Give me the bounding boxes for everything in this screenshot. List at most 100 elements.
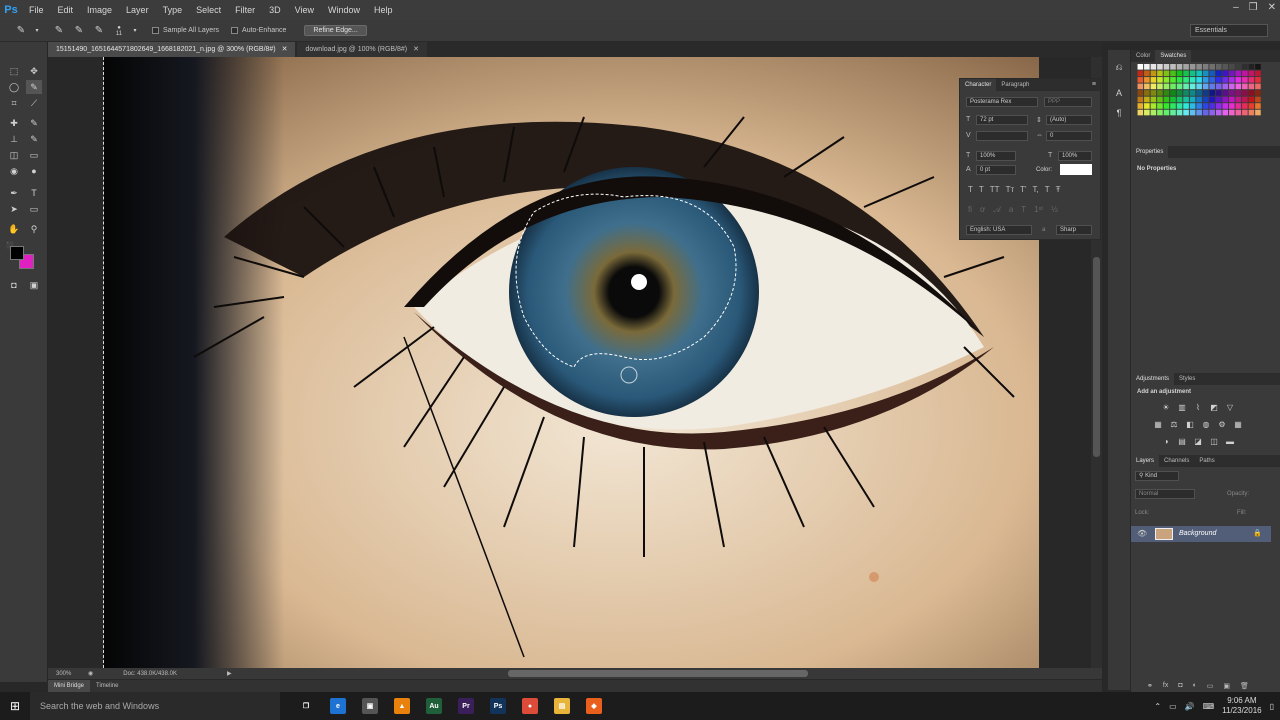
swatch-cell[interactable]: [1222, 77, 1229, 83]
swatch-cell[interactable]: [1150, 70, 1157, 77]
swatch-cell[interactable]: [1235, 70, 1242, 77]
titling-icon[interactable]: T: [1021, 205, 1026, 215]
swatch-cell[interactable]: [1242, 77, 1248, 83]
swatch-cell[interactable]: [1255, 90, 1261, 96]
chevron-down-icon[interactable]: ▾: [132, 24, 138, 38]
keyboard-icon[interactable]: ⌨: [1203, 702, 1215, 711]
swatch-cell[interactable]: [1222, 103, 1229, 109]
document-tab[interactable]: 15151490_1651644571802649_1668182021_n.j…: [48, 42, 296, 57]
start-button[interactable]: ⊞: [0, 692, 30, 720]
close-icon[interactable]: ✕: [282, 46, 288, 53]
swatch-cell[interactable]: [1229, 64, 1235, 70]
character-panel-icon[interactable]: A: [1112, 86, 1126, 100]
swatch-cell[interactable]: [1163, 83, 1170, 90]
swatch-cell[interactable]: [1176, 103, 1183, 109]
ordinals-icon[interactable]: 1ˢᵗ: [1034, 205, 1043, 215]
taskbar-app-audition[interactable]: Au: [418, 692, 450, 720]
swatch-cell[interactable]: [1235, 109, 1242, 116]
healing-brush-icon[interactable]: ✚: [6, 116, 22, 130]
taskbar-app-task-view[interactable]: ❐: [290, 692, 322, 720]
taskbar-app-explorer[interactable]: ▤: [546, 692, 578, 720]
photo-filter-icon[interactable]: ◍: [1201, 419, 1211, 429]
swatch-cell[interactable]: [1215, 90, 1222, 96]
strikethrough-icon[interactable]: Ŧ: [1056, 185, 1061, 194]
clock[interactable]: 9:06 AM 11/23/2016: [1222, 696, 1261, 716]
color-lookup-icon[interactable]: ▦: [1233, 419, 1243, 429]
swatch-cell[interactable]: [1215, 83, 1222, 90]
swatch-cell[interactable]: [1242, 64, 1248, 70]
swatch-cell[interactable]: [1209, 103, 1215, 109]
swatch-cell[interactable]: [1209, 83, 1215, 90]
horizontal-scale-field[interactable]: 100%: [1058, 151, 1092, 161]
swatch-cell[interactable]: [1189, 64, 1196, 70]
swatch-cell[interactable]: [1170, 64, 1176, 70]
alternates-icon[interactable]: a: [1009, 205, 1013, 215]
swatch-cell[interactable]: [1150, 109, 1157, 116]
swatch-cell[interactable]: [1248, 77, 1255, 83]
swatch-cell[interactable]: [1248, 103, 1255, 109]
menu-image[interactable]: Image: [80, 5, 119, 15]
swatch-cell[interactable]: [1144, 109, 1150, 116]
swatch-cell[interactable]: [1248, 96, 1255, 103]
swatch-cell[interactable]: [1215, 64, 1222, 70]
history-brush-icon[interactable]: ✎: [26, 132, 42, 146]
taskbar-app-photoshop[interactable]: Ps: [482, 692, 514, 720]
swatch-cell[interactable]: [1202, 96, 1209, 103]
exposure-icon[interactable]: ◩: [1209, 402, 1219, 412]
layer-name[interactable]: Background: [1179, 530, 1216, 537]
threshold-icon[interactable]: ◪: [1193, 436, 1203, 446]
swatch-cell[interactable]: [1170, 103, 1176, 109]
menu-edit[interactable]: Edit: [51, 5, 81, 15]
text-color-swatch[interactable]: [1060, 164, 1092, 175]
subscript-icon[interactable]: T,: [1033, 185, 1039, 194]
link-layers-icon[interactable]: ⚭: [1147, 682, 1153, 690]
swatch-cell[interactable]: [1157, 70, 1163, 77]
menu-view[interactable]: View: [288, 5, 321, 15]
swatch-cell[interactable]: [1235, 83, 1242, 90]
swatch-cell[interactable]: [1229, 90, 1235, 96]
swatch-cell[interactable]: [1176, 64, 1183, 70]
layer-row-background[interactable]: 👁 Background 🔒: [1131, 526, 1271, 542]
language-select[interactable]: English: USA: [966, 225, 1032, 235]
chevron-down-icon[interactable]: ▾: [34, 24, 40, 38]
swatch-cell[interactable]: [1215, 96, 1222, 103]
swatch-cell[interactable]: [1183, 96, 1189, 103]
antialias-select[interactable]: Sharp: [1056, 225, 1092, 235]
swatch-cell[interactable]: [1170, 77, 1176, 83]
paragraph-panel-icon[interactable]: ¶: [1112, 106, 1126, 120]
foreground-color-swatch[interactable]: [10, 246, 24, 260]
quick-selection-tool-icon[interactable]: ✎: [26, 80, 42, 94]
swatch-cell[interactable]: [1196, 83, 1202, 90]
swatch-cell[interactable]: [1157, 64, 1163, 70]
swatch-cell[interactable]: [1137, 96, 1144, 103]
status-icon[interactable]: ◉: [88, 670, 93, 677]
swatch-cell[interactable]: [1189, 90, 1196, 96]
swatch-cell[interactable]: [1235, 77, 1242, 83]
menu-select[interactable]: Select: [189, 5, 228, 15]
swatch-cell[interactable]: [1144, 96, 1150, 103]
swatch-cell[interactable]: [1248, 83, 1255, 90]
swatch-cell[interactable]: [1163, 70, 1170, 77]
history-icon[interactable]: ⎌: [1112, 60, 1126, 74]
tab-adjustments[interactable]: Adjustments: [1131, 373, 1175, 385]
swatch-cell[interactable]: [1248, 90, 1255, 96]
swatch-cell[interactable]: [1183, 77, 1189, 83]
menu-filter[interactable]: Filter: [228, 5, 262, 15]
brush-size-picker[interactable]: ● 11: [112, 24, 126, 38]
swatch-cell[interactable]: [1163, 109, 1170, 116]
swatch-cell[interactable]: [1235, 96, 1242, 103]
quick-mask-icon[interactable]: ◘: [6, 278, 22, 292]
menu-help[interactable]: Help: [367, 5, 400, 15]
swatch-cell[interactable]: [1170, 83, 1176, 90]
swatch-cell[interactable]: [1209, 90, 1215, 96]
network-icon[interactable]: ▭: [1169, 702, 1177, 711]
swatch-cell[interactable]: [1163, 77, 1170, 83]
curves-icon[interactable]: ⌇: [1193, 402, 1203, 412]
swatch-cell[interactable]: [1170, 90, 1176, 96]
zoom-level[interactable]: 300%: [56, 671, 84, 677]
swatch-cell[interactable]: [1150, 77, 1157, 83]
swatch-cell[interactable]: [1183, 109, 1189, 116]
swatch-cell[interactable]: [1189, 109, 1196, 116]
swatch-cell[interactable]: [1235, 103, 1242, 109]
play-icon[interactable]: ▶: [227, 670, 232, 677]
